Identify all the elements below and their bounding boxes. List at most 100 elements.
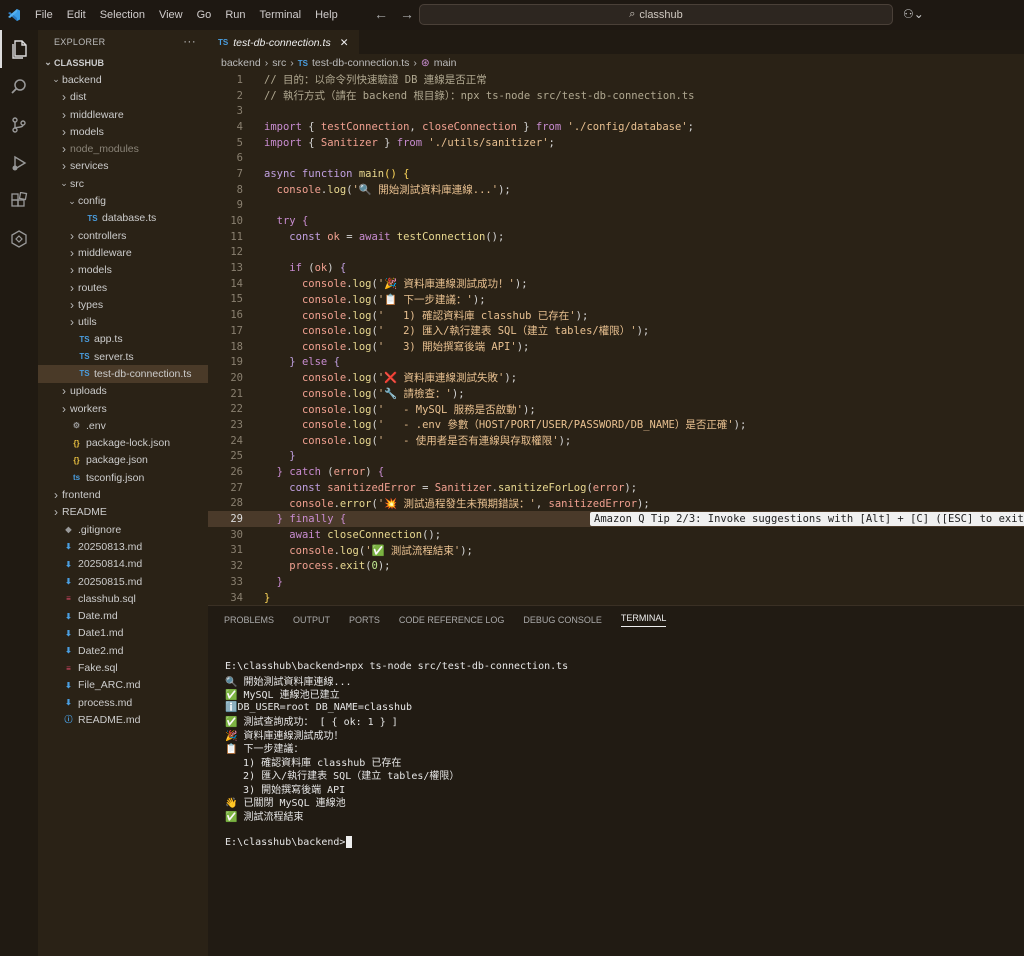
tree-item-label: dist bbox=[70, 91, 87, 104]
tree-item-config[interactable]: ⌄ config bbox=[38, 192, 208, 209]
code-text: process.exit(0); bbox=[289, 560, 391, 573]
tree-item-label: package.json bbox=[86, 454, 148, 467]
tree-item-node-modules[interactable]: › node_modules bbox=[38, 140, 208, 157]
panel-tab-output[interactable]: OUTPUT bbox=[293, 615, 330, 625]
tree-item-20250813-md[interactable]: ⬇ 20250813.md bbox=[38, 538, 208, 555]
code-line: 6 bbox=[208, 150, 1024, 166]
markdown-file-icon: ⬇ bbox=[65, 577, 72, 587]
tree-item-app-ts[interactable]: TS app.ts bbox=[38, 331, 208, 348]
tree-item-utils[interactable]: › utils bbox=[38, 313, 208, 330]
tree-item-server-ts[interactable]: TS server.ts bbox=[38, 348, 208, 365]
tree-item-dist[interactable]: › dist bbox=[38, 89, 208, 106]
editor-tab-bar: TS test-db-connection.ts ✕ bbox=[208, 30, 1024, 54]
code-text: import { testConnection, closeConnection… bbox=[264, 120, 694, 133]
close-icon[interactable]: ✕ bbox=[340, 37, 349, 49]
tab-test-db-connection[interactable]: TS test-db-connection.ts ✕ bbox=[208, 30, 359, 54]
tree-item-models[interactable]: › models bbox=[38, 123, 208, 140]
tree-item-services[interactable]: › services bbox=[38, 158, 208, 175]
tree-item-frontend[interactable]: › frontend bbox=[38, 486, 208, 503]
tree-item-uploads[interactable]: › uploads bbox=[38, 383, 208, 400]
json-file-icon: {} bbox=[73, 455, 80, 465]
tree-item-label: controllers bbox=[78, 229, 127, 242]
run-debug-icon[interactable] bbox=[0, 144, 38, 182]
tree-item-backend[interactable]: ⌄ backend bbox=[38, 71, 208, 88]
terminal[interactable]: E:\classhub\backend>npx ts-node src/test… bbox=[208, 634, 1024, 849]
tree-item-middleware[interactable]: › middleware bbox=[38, 244, 208, 261]
tree-item-20250815-md[interactable]: ⬇ 20250815.md bbox=[38, 573, 208, 590]
line-number: 9 bbox=[236, 199, 243, 212]
tree-item-label: process.md bbox=[78, 696, 133, 709]
menu-go[interactable]: Go bbox=[190, 9, 219, 21]
vscode-logo-icon bbox=[0, 0, 28, 30]
panel-tab-ports[interactable]: PORTS bbox=[349, 615, 380, 625]
panel-tab-terminal[interactable]: TERMINAL bbox=[620, 613, 667, 627]
tree-item-src[interactable]: ⌄ src bbox=[38, 175, 208, 192]
tree-item-process-md[interactable]: ⬇ process.md bbox=[38, 694, 208, 711]
menu-file[interactable]: File bbox=[28, 9, 60, 21]
chevron-right-icon: › bbox=[70, 263, 74, 278]
breadcrumb-backend[interactable]: backend bbox=[221, 57, 261, 69]
code-editor[interactable]: 1 // 目的：以命令列快速驗證 DB 連線是否正常 2 // 執行方式（請在 bac… bbox=[208, 72, 1024, 605]
tree-item-date-md[interactable]: ⬇ Date.md bbox=[38, 608, 208, 625]
line-number: 5 bbox=[236, 136, 243, 149]
code-line: 25 } bbox=[208, 449, 1024, 465]
menu-run[interactable]: Run bbox=[218, 9, 252, 21]
line-number: 21 bbox=[230, 387, 243, 400]
amazon-q-tip: Amazon Q Tip 2/3: Invoke suggestions wit… bbox=[590, 512, 1024, 527]
menu-terminal[interactable]: Terminal bbox=[253, 9, 309, 21]
tree-item-middleware[interactable]: › middleware bbox=[38, 106, 208, 123]
menu-selection[interactable]: Selection bbox=[93, 9, 152, 21]
tree-item-date2-md[interactable]: ⬇ Date2.md bbox=[38, 642, 208, 659]
tree-item-date1-md[interactable]: ⬇ Date1.md bbox=[38, 625, 208, 642]
more-actions-icon[interactable]: ··· bbox=[183, 34, 196, 48]
back-arrow-icon[interactable]: ← bbox=[374, 6, 388, 22]
panel-tab-problems[interactable]: PROBLEMS bbox=[224, 615, 274, 625]
tree-item-models[interactable]: › models bbox=[38, 262, 208, 279]
code-text: console.log(' 3) 開始撰寫後端 API'); bbox=[301, 341, 530, 354]
tree-item-package-json[interactable]: {} package.json bbox=[38, 452, 208, 469]
command-center-search[interactable]: ⌕ classhub bbox=[419, 4, 893, 25]
tree-item-file-arc-md[interactable]: ⬇ File_ARC.md bbox=[38, 677, 208, 694]
forward-arrow-icon[interactable]: → bbox=[400, 6, 414, 22]
extensions-icon[interactable] bbox=[0, 182, 38, 220]
tree-item-readme-md[interactable]: ⓘ README.md bbox=[38, 711, 208, 728]
tree-item-label: frontend bbox=[62, 489, 101, 502]
breadcrumb: backend › src › TS test-db-connection.ts… bbox=[208, 54, 1024, 72]
explorer-icon[interactable] bbox=[0, 30, 38, 68]
line-number: 22 bbox=[230, 403, 243, 416]
info-file-icon: ⓘ bbox=[64, 715, 73, 725]
chevron-right-icon: › bbox=[62, 142, 66, 157]
tree-item-controllers[interactable]: › controllers bbox=[38, 227, 208, 244]
code-line: 32 process.exit(0); bbox=[208, 558, 1024, 574]
copilot-icon[interactable]: ⚇⌄ bbox=[903, 7, 924, 21]
menu-view[interactable]: View bbox=[152, 9, 190, 21]
panel-tab-code-reference-log[interactable]: CODE REFERENCE LOG bbox=[399, 615, 505, 625]
workspace-root[interactable]: ⌄ CLASSHUB bbox=[38, 54, 208, 71]
tree-item-routes[interactable]: › routes bbox=[38, 279, 208, 296]
tree-item-types[interactable]: › types bbox=[38, 296, 208, 313]
tree-item--env[interactable]: ⚙ .env bbox=[38, 417, 208, 434]
panel-tab-debug-console[interactable]: DEBUG CONSOLE bbox=[523, 615, 602, 625]
remote-explorer-icon[interactable] bbox=[0, 220, 38, 258]
source-control-icon[interactable] bbox=[0, 106, 38, 144]
menu-help[interactable]: Help bbox=[308, 9, 345, 21]
tree-item-tsconfig-json[interactable]: ts tsconfig.json bbox=[38, 469, 208, 486]
code-line: 28 console.error('💥 測試過程發生未預期錯誤：', sanit… bbox=[208, 496, 1024, 512]
tree-item-classhub-sql[interactable]: ≡ classhub.sql bbox=[38, 590, 208, 607]
tree-item-readme[interactable]: › README bbox=[38, 504, 208, 521]
tree-item-fake-sql[interactable]: ≡ Fake.sql bbox=[38, 659, 208, 676]
tree-item-20250814-md[interactable]: ⬇ 20250814.md bbox=[38, 556, 208, 573]
code-line: 18 console.log(' 3) 開始撰寫後端 API'); bbox=[208, 339, 1024, 355]
breadcrumb-symbol[interactable]: main bbox=[434, 57, 457, 69]
tree-item-label: Date.md bbox=[78, 610, 118, 623]
tree-item-workers[interactable]: › workers bbox=[38, 400, 208, 417]
search-icon[interactable] bbox=[0, 68, 38, 106]
menu-edit[interactable]: Edit bbox=[60, 9, 93, 21]
breadcrumb-src[interactable]: src bbox=[272, 57, 286, 69]
tree-item-database-ts[interactable]: TS database.ts bbox=[38, 210, 208, 227]
tree-item-label: models bbox=[78, 264, 112, 277]
tree-item-package-lock-json[interactable]: {} package-lock.json bbox=[38, 435, 208, 452]
tree-item-test-db-connection-ts[interactable]: TS test-db-connection.ts bbox=[38, 365, 208, 383]
tree-item--gitignore[interactable]: ◆ .gitignore bbox=[38, 521, 208, 538]
breadcrumb-file[interactable]: test-db-connection.ts bbox=[312, 57, 409, 69]
